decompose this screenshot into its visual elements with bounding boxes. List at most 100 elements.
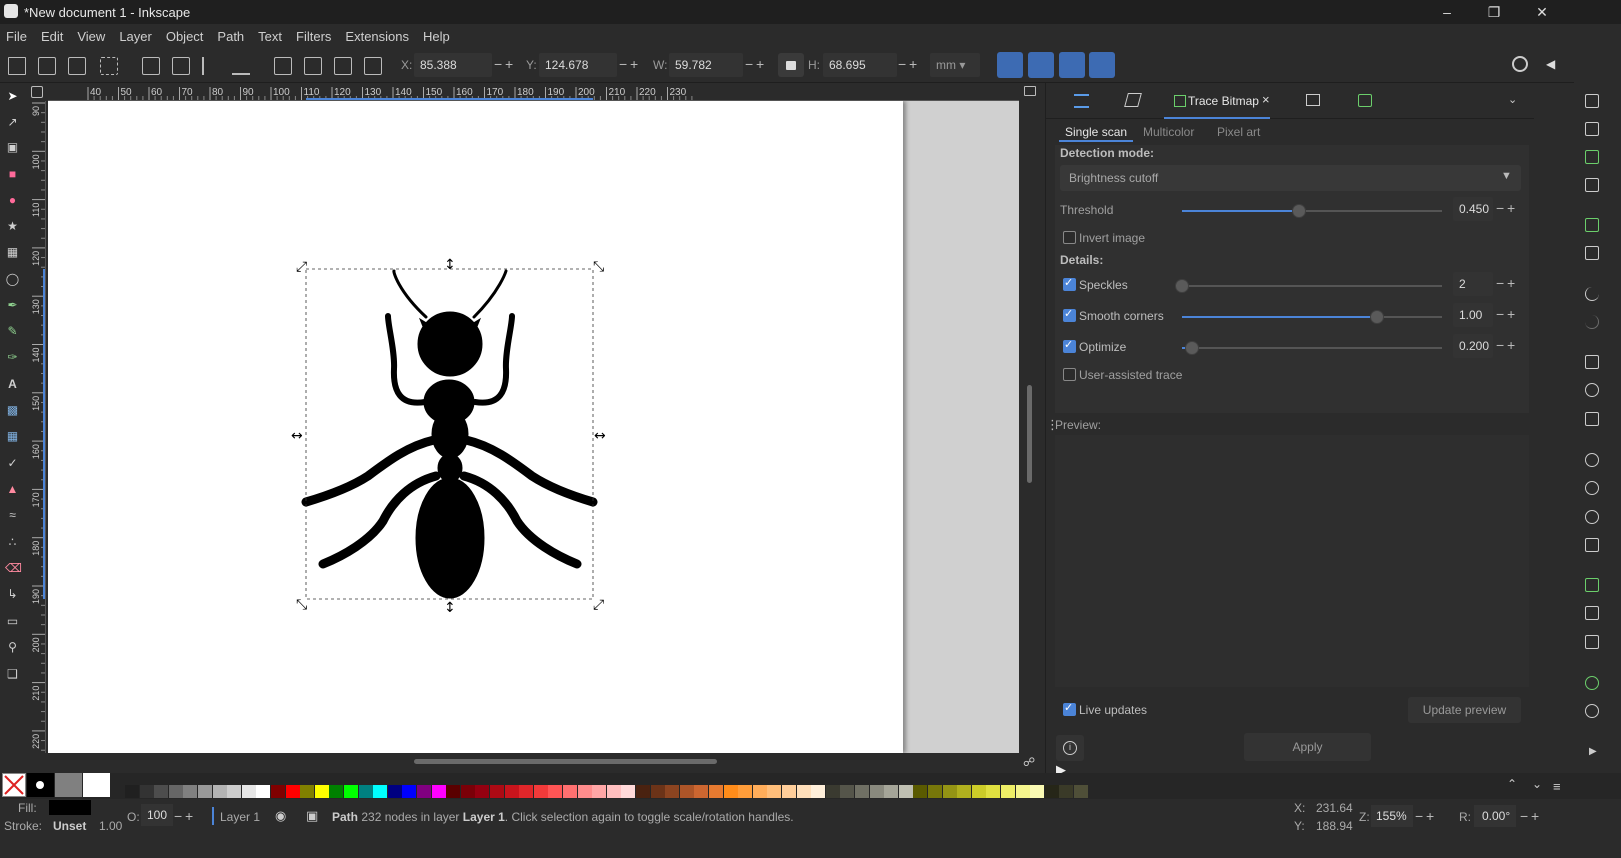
text-tool-icon[interactable]: A <box>5 377 20 392</box>
speckles-checkbox[interactable] <box>1063 277 1076 291</box>
ellipse-tool-icon[interactable]: ● <box>5 193 20 208</box>
palette-swatch[interactable] <box>928 785 942 798</box>
palette-swatch[interactable] <box>329 785 344 798</box>
speckles-slider-handle[interactable] <box>1175 279 1189 293</box>
threshold-slider[interactable] <box>1182 204 1442 218</box>
palette-swatch[interactable] <box>387 785 402 798</box>
opacity-stepper[interactable]: − + <box>174 808 193 824</box>
lock-guides-icon[interactable] <box>31 86 43 98</box>
no-paint-swatch[interactable] <box>2 773 26 797</box>
palette-swatch[interactable] <box>1074 785 1088 798</box>
w-field[interactable]: 59.782 <box>669 53 743 77</box>
palette-swatch[interactable] <box>212 785 227 798</box>
rectangle-tool-icon[interactable]: ■ <box>5 167 20 182</box>
palette-swatch[interactable] <box>402 785 417 798</box>
palette-swatch[interactable] <box>373 785 388 798</box>
display-mode-icon[interactable] <box>1024 86 1036 96</box>
palette-scroll-up-icon[interactable]: ⌃ <box>1507 777 1517 791</box>
layers-tab-icon[interactable] <box>1074 94 1089 108</box>
vertical-scrollbar[interactable] <box>1027 385 1032 483</box>
palette-swatch[interactable] <box>563 785 577 798</box>
snap-icon[interactable] <box>1512 56 1528 72</box>
speckles-field[interactable]: 2 <box>1453 272 1493 296</box>
palette-swatch[interactable] <box>490 785 504 798</box>
zoom-field[interactable]: 155% <box>1371 805 1413 827</box>
export-tab-icon[interactable] <box>1306 94 1320 106</box>
zoom-drawing-icon[interactable] <box>1585 481 1599 495</box>
duplicate-icon[interactable] <box>1585 578 1599 592</box>
palette-swatch[interactable] <box>504 785 519 798</box>
palette-swatch[interactable] <box>898 785 913 798</box>
select-all-layers-icon[interactable] <box>38 57 56 75</box>
optimize-slider[interactable] <box>1182 341 1442 355</box>
smooth-corners-stepper[interactable]: − + <box>1496 306 1515 322</box>
w-stepper[interactable]: − + <box>745 56 764 72</box>
palette-swatch[interactable] <box>475 785 490 798</box>
palette-swatch[interactable] <box>679 785 694 798</box>
mesh-tool-icon[interactable]: ▦ <box>5 429 20 444</box>
palette-swatch[interactable] <box>271 785 285 798</box>
close-window-icon[interactable]: ✕ <box>1519 0 1565 24</box>
h-stepper[interactable]: − + <box>898 56 917 72</box>
user-assisted-checkbox[interactable] <box>1063 368 1076 381</box>
palette-swatch[interactable] <box>519 785 534 798</box>
palette-swatch[interactable] <box>869 785 884 798</box>
pen-tool-icon[interactable]: ✒ <box>5 298 20 313</box>
eraser-tool-icon[interactable]: ⌫ <box>5 561 22 576</box>
unit-select[interactable]: mm ▾ <box>930 53 980 77</box>
palette-swatch[interactable] <box>139 785 154 798</box>
menu-layer[interactable]: Layer <box>119 29 152 44</box>
palette-swatch[interactable] <box>168 785 183 798</box>
dropper-tool-icon[interactable]: ✓ <box>5 456 20 471</box>
gradient-tool-icon[interactable]: ▩ <box>5 403 20 418</box>
minimize-icon[interactable]: – <box>1424 0 1470 24</box>
horizontal-scrollbar[interactable] <box>414 759 717 764</box>
palette-swatch[interactable] <box>986 785 1001 798</box>
palette-swatch[interactable] <box>1059 785 1074 798</box>
node-tool-icon[interactable]: ↗ <box>5 115 20 130</box>
select-all-icon[interactable] <box>8 57 26 75</box>
threshold-slider-handle[interactable] <box>1292 204 1306 218</box>
palette-swatch[interactable] <box>1030 785 1045 798</box>
stroke-value[interactable]: Unset <box>53 819 86 833</box>
canvas[interactable]: ⤢ ⤡ ⤡ ⤢ ↕ ↕ ↔ ↔ <box>48 101 1019 753</box>
palette-swatch[interactable] <box>227 785 242 798</box>
stroke-width[interactable]: 1.00 <box>99 819 122 833</box>
move-gradients-toggle[interactable] <box>1059 52 1085 78</box>
palette-swatch[interactable] <box>709 785 723 798</box>
palette-swatch[interactable] <box>256 785 271 798</box>
palette-swatch[interactable] <box>752 785 767 798</box>
optimize-checkbox[interactable] <box>1063 339 1076 353</box>
undo-icon[interactable] <box>1585 287 1599 301</box>
unlink-clone-icon[interactable] <box>1585 635 1599 649</box>
more-commands-icon[interactable]: ▶ <box>1589 746 1597 757</box>
h-field[interactable]: 68.695 <box>823 53 897 77</box>
eye-icon[interactable]: ◉ <box>275 808 286 824</box>
subtab-single-scan[interactable]: Single scan <box>1065 125 1127 139</box>
palette-swatch[interactable] <box>840 785 855 798</box>
subtab-pixel-art[interactable]: Pixel art <box>1217 125 1260 139</box>
paste-icon[interactable] <box>1585 412 1599 426</box>
palette-swatch[interactable] <box>154 785 169 798</box>
opacity-field[interactable]: 100 <box>141 804 173 826</box>
3d-box-tool-icon[interactable]: ▦ <box>5 245 20 260</box>
tweak-tool-icon[interactable]: ≈ <box>5 508 20 523</box>
palette-swatch[interactable] <box>198 785 212 798</box>
menu-object[interactable]: Object <box>166 29 204 44</box>
cut-icon[interactable] <box>1585 383 1599 397</box>
palette-swatch[interactable] <box>782 785 796 798</box>
rotate-ccw-icon[interactable] <box>142 57 160 75</box>
smooth-corners-field[interactable]: 1.00 <box>1453 303 1493 327</box>
menu-path[interactable]: Path <box>217 29 244 44</box>
smooth-corners-slider[interactable] <box>1182 310 1442 324</box>
palette-swatch[interactable] <box>913 785 928 798</box>
palette-swatch[interactable] <box>241 785 256 798</box>
ant-path[interactable]: ⤢ ⤡ ⤡ ⤢ ↕ ↕ ↔ ↔ <box>48 101 903 753</box>
snap-menu-icon[interactable]: ◀ <box>1546 57 1555 71</box>
palette-scroll-down-icon[interactable]: ⌄ <box>1532 777 1542 791</box>
speckles-slider[interactable] <box>1175 279 1442 293</box>
raise-icon[interactable] <box>304 57 322 75</box>
group-icon[interactable] <box>1585 676 1599 690</box>
spray-tool-icon[interactable]: ∴ <box>5 535 20 550</box>
measure-tool-icon[interactable]: ▭ <box>5 614 20 629</box>
